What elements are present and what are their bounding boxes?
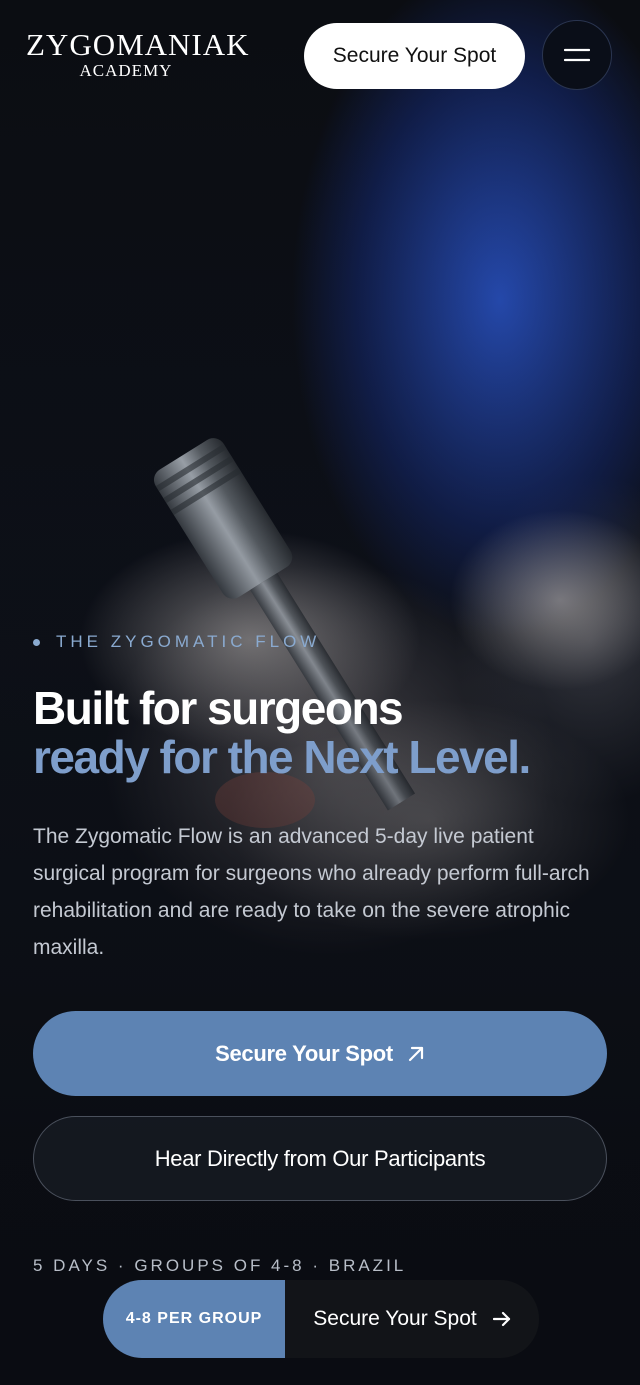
group-size-badge: 4-8 PER GROUP (103, 1280, 285, 1358)
header-secure-spot-button[interactable]: Secure Your Spot (304, 23, 525, 89)
hero-eyebrow: THE ZYGOMATIC FLOW (33, 632, 320, 652)
eyebrow-label: THE ZYGOMATIC FLOW (56, 632, 321, 651)
primary-button-label: Secure Your Spot (215, 1040, 393, 1066)
sticky-cta-bar: 4-8 PER GROUP Secure Your Spot (103, 1280, 539, 1358)
bullet-dot-icon (33, 638, 40, 646)
hamburger-icon (564, 48, 590, 62)
participants-testimonials-button[interactable]: Hear Directly from Our Participants (33, 1116, 607, 1201)
logo-wordmark: ZYGOMANIAK (26, 27, 250, 62)
headline-line-2: ready for the Next Level. (33, 731, 531, 783)
logo-subtitle: ACADEMY (79, 61, 173, 80)
site-header: ZYGOMANIAK ACADEMY Secure Your Spot (0, 0, 640, 110)
arrow-up-right-icon (408, 1046, 423, 1061)
headline-line-1: Built for surgeons (33, 682, 404, 734)
academy-logo[interactable]: ZYGOMANIAK ACADEMY (26, 27, 250, 82)
arrow-right-icon (492, 1311, 510, 1327)
sticky-cta-label: Secure Your Spot (313, 1307, 477, 1330)
primary-secure-spot-button[interactable]: Secure Your Spot (33, 1011, 607, 1096)
hero-description: The Zygomatic Flow is an advanced 5-day … (33, 825, 590, 959)
program-meta: 5 DAYS · GROUPS OF 4-8 · BRAZIL (33, 1256, 407, 1275)
sticky-secure-spot-button[interactable]: Secure Your Spot (285, 1280, 539, 1358)
menu-button[interactable] (542, 20, 612, 90)
hero-headline: Built for surgeons ready for the Next Le… (33, 682, 531, 783)
